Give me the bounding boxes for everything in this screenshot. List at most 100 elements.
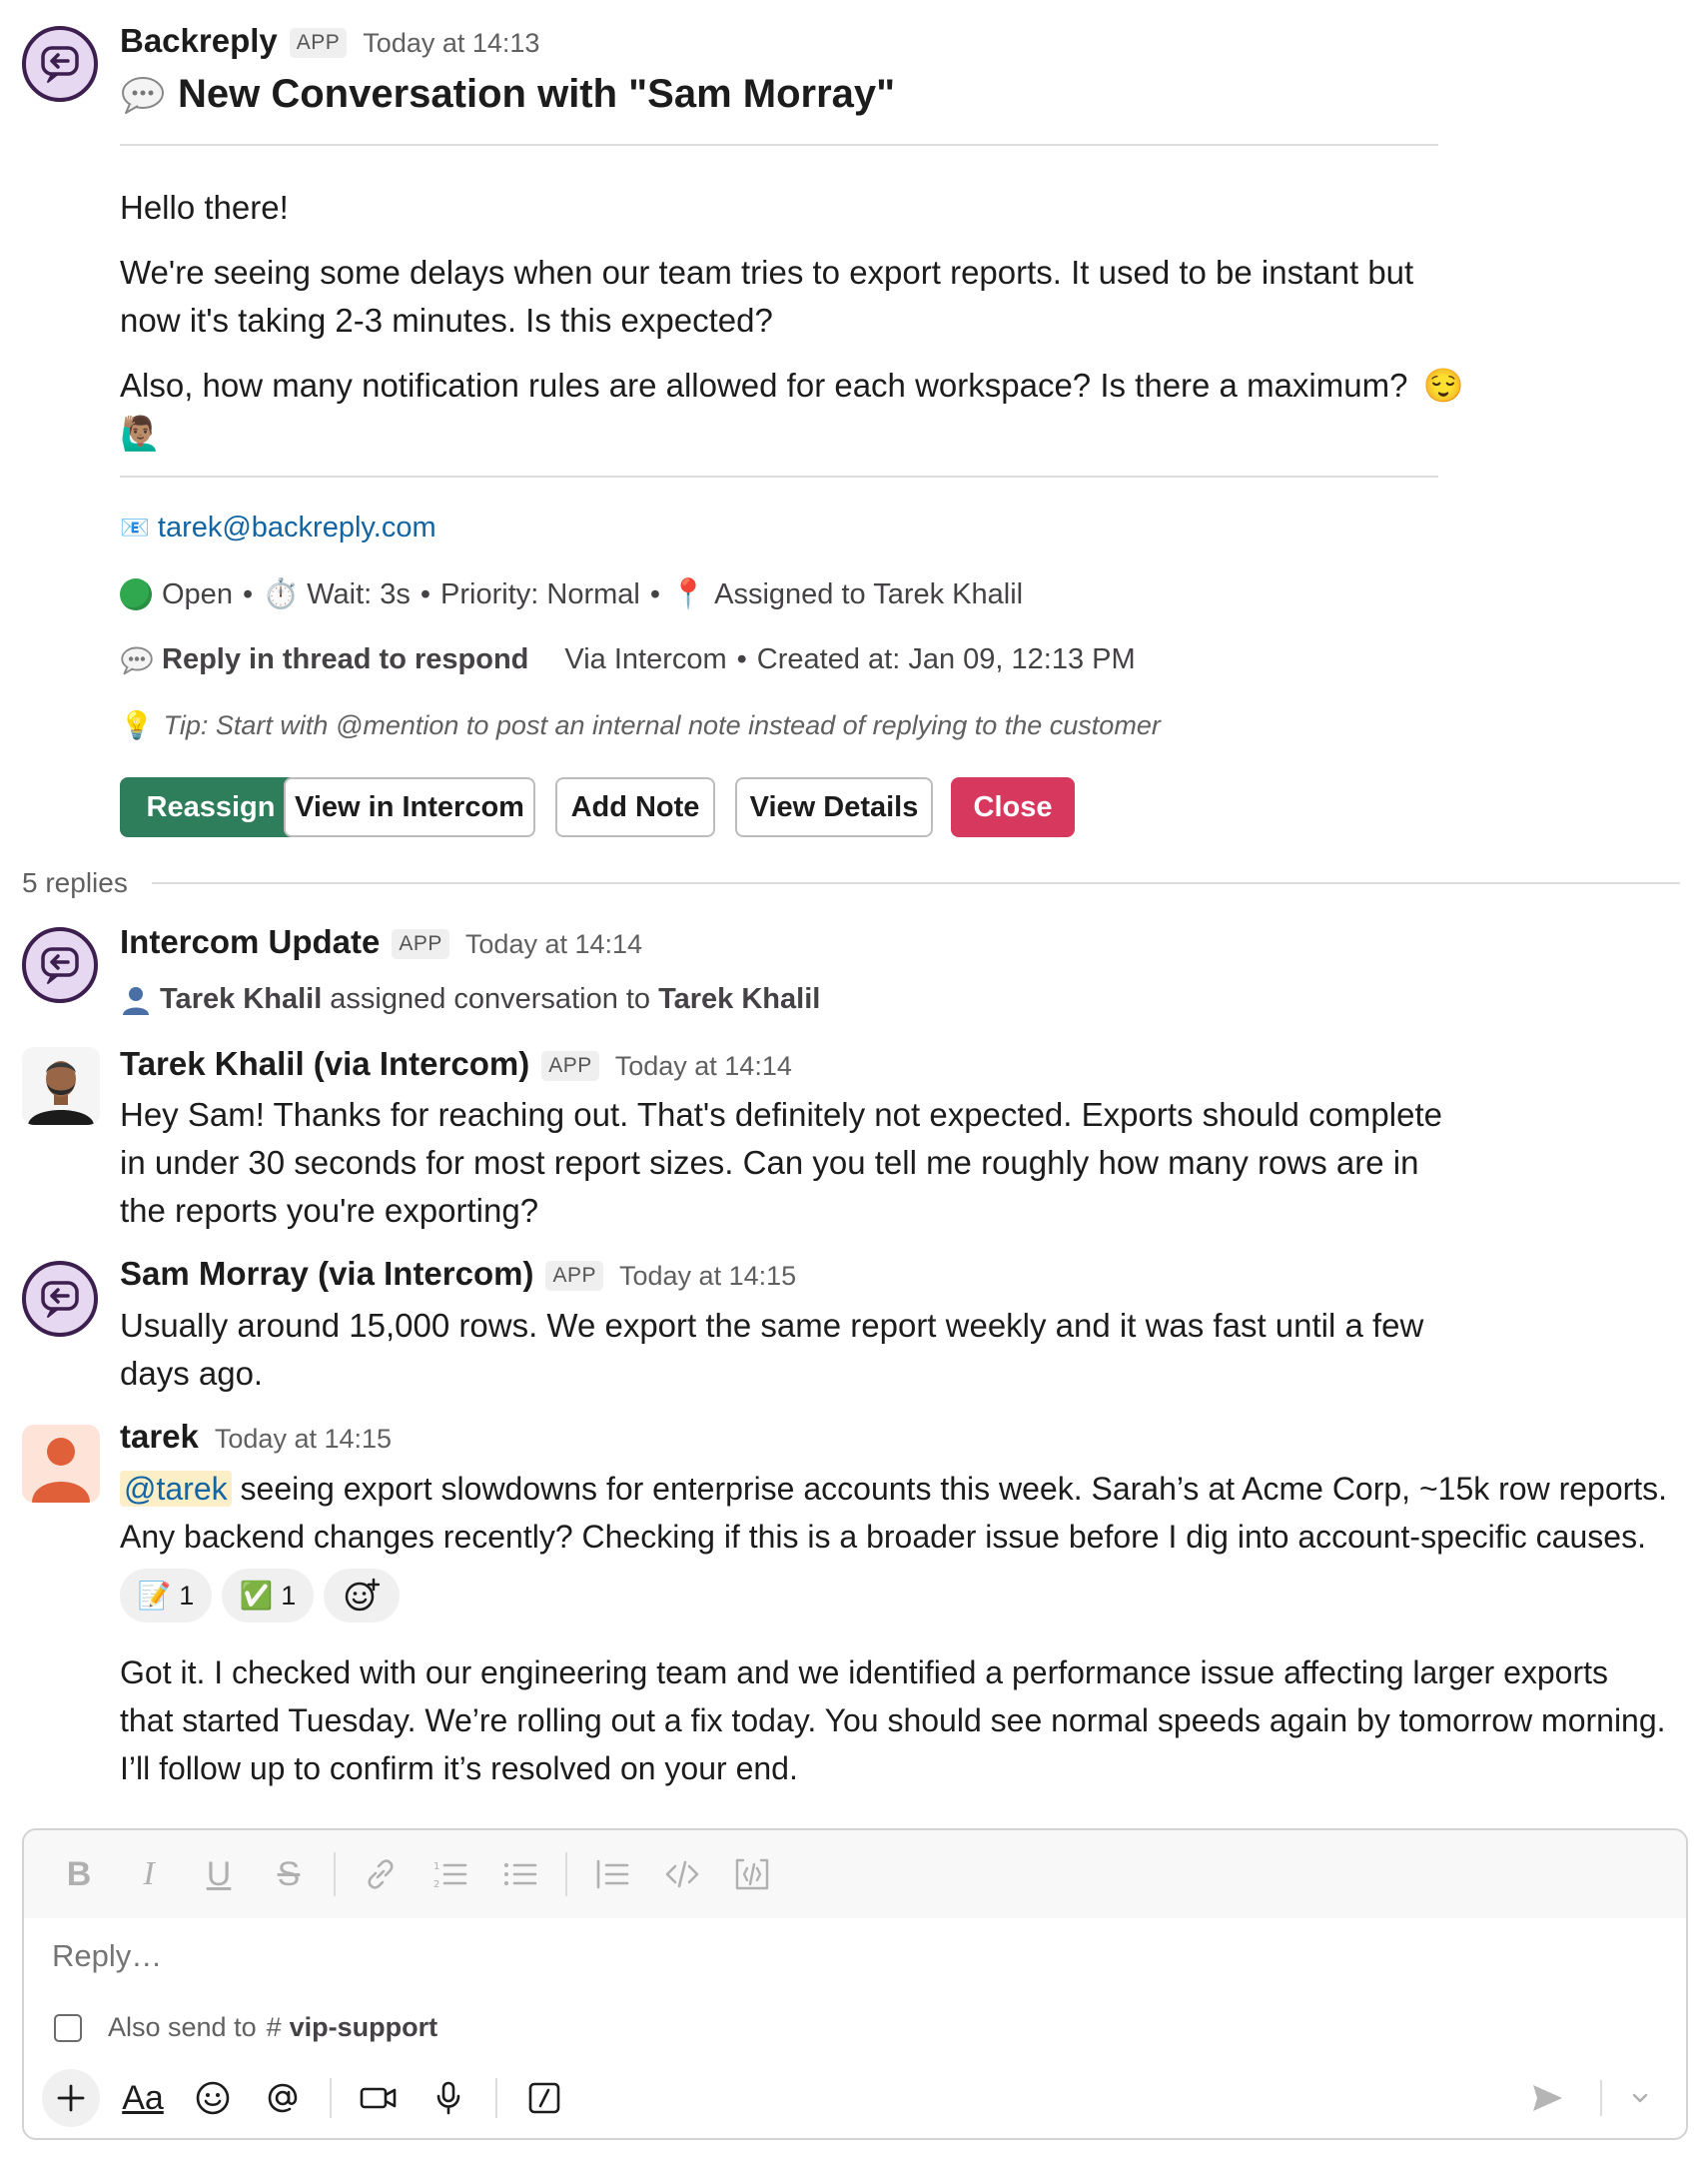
title-text: New Conversation with "Sam Morray" (178, 72, 896, 116)
stopwatch-icon: ⏱️ (263, 578, 300, 610)
sender-name[interactable]: Sam Morray (via Intercom) (120, 1255, 533, 1293)
sam-morray-avatar[interactable] (22, 1261, 98, 1337)
assignment-line: Tarek Khalil assigned conversation to Ta… (120, 983, 820, 1016)
body-line: Also, how many notification rules are al… (120, 362, 1464, 410)
message-line: Hey Sam! Thanks for reaching out. That's… (120, 1096, 1442, 1133)
add-emoji-icon (345, 1578, 380, 1612)
target-name: Tarek Khalil (658, 983, 821, 1015)
app-badge: APP (541, 1051, 599, 1081)
formatting-toolbar: B I U S 12 (24, 1830, 1686, 1918)
slash-command-icon[interactable] (509, 2070, 579, 2126)
timestamp[interactable]: Today at 14:15 (619, 1261, 796, 1292)
emoji-icon[interactable] (178, 2070, 248, 2126)
lightbulb-icon: 💡 (120, 710, 154, 740)
body-text: Also, how many notification rules are al… (120, 367, 1408, 404)
user-mention[interactable]: @tarek (120, 1471, 232, 1507)
reaction-memo[interactable]: 📝 1 (120, 1569, 212, 1622)
status-text: Open (162, 577, 233, 610)
strikethrough-icon[interactable]: S (254, 1855, 324, 1894)
message-line: days ago. (120, 1355, 264, 1392)
plus-icon[interactable] (42, 2069, 100, 2127)
replies-divider: 5 replies (22, 867, 1680, 899)
wait-text: Wait: 3s (307, 577, 411, 610)
sender-name[interactable]: Intercom Update (120, 923, 380, 961)
body-line: We're seeing some delays when our team t… (120, 254, 1414, 291)
timestamp[interactable]: Today at 14:13 (363, 28, 539, 59)
reply-arrow-icon (41, 1281, 79, 1318)
message-line: that started Tuesday. We’re rolling out … (120, 1702, 1666, 1738)
reaction-check[interactable]: ✅ 1 (222, 1569, 314, 1622)
add-note-button[interactable]: Add Note (555, 777, 715, 837)
root-message-header: Backreply APP Today at 14:13 (120, 22, 539, 61)
format-toggle-icon[interactable]: Aa (108, 2070, 178, 2126)
conversation-title: New Conversation with "Sam Morray" (120, 72, 895, 117)
backreply-avatar[interactable] (22, 26, 98, 102)
message-text: seeing export slowdowns for enterprise a… (231, 1471, 1668, 1507)
reply-composer: B I U S 12 Also send to # vip-support (22, 1828, 1688, 2140)
also-send-row: Also send to # vip-support (54, 2012, 437, 2043)
reply-hint-text: Reply in thread to respond (162, 643, 529, 675)
bulleted-list-icon[interactable] (485, 1856, 555, 1892)
timestamp[interactable]: Today at 14:14 (465, 929, 642, 960)
reply-hint-row: Reply in thread to respond Via Intercom … (120, 643, 1136, 676)
link-icon[interactable] (346, 1856, 416, 1892)
message-line: the reports you're exporting? (120, 1192, 539, 1229)
also-send-checkbox[interactable] (54, 2013, 82, 2042)
sender-name[interactable]: Tarek Khalil (via Intercom) (120, 1045, 529, 1083)
message-line: Any backend changes recently? Checking i… (120, 1519, 1646, 1555)
italic-icon[interactable]: I (114, 1855, 184, 1893)
numbered-list-icon[interactable]: 12 (416, 1856, 485, 1892)
reaction-count: 1 (179, 1580, 195, 1611)
close-button[interactable]: Close (951, 777, 1075, 837)
channel-name[interactable]: vip-support (290, 2012, 438, 2043)
underline-icon[interactable]: U (184, 1855, 254, 1894)
sender-name[interactable]: Backreply (120, 22, 278, 60)
view-details-button[interactable]: View Details (735, 777, 933, 837)
reaction-count: 1 (281, 1580, 297, 1611)
action-text: assigned conversation to (330, 983, 651, 1015)
chevron-down-icon[interactable] (1620, 2070, 1660, 2126)
created-text: Created at: Jan 09, 12:13 PM (756, 643, 1136, 675)
speech-bubble-icon (120, 75, 166, 115)
bold-icon[interactable]: B (44, 1855, 114, 1894)
priority-text: Priority: Normal (440, 577, 640, 610)
email-link[interactable]: tarek@backreply.com (158, 512, 436, 544)
add-reaction-button[interactable] (324, 1569, 400, 1622)
title-divider (120, 144, 1438, 146)
reply-header: Intercom Update APP Today at 14:14 (120, 923, 642, 962)
svg-text:2: 2 (433, 1879, 439, 1890)
assigned-text: Assigned to Tarek Khalil (714, 577, 1024, 610)
replies-count: 5 replies (22, 867, 128, 898)
reply-arrow-icon (41, 46, 79, 83)
tarek-avatar[interactable] (22, 1425, 100, 1503)
reply-arrow-icon (41, 947, 79, 984)
check-mark-icon: ✅ (239, 1581, 274, 1611)
email-row: 📧 tarek@backreply.com (120, 512, 436, 544)
intercom-update-avatar[interactable] (22, 927, 98, 1003)
timestamp[interactable]: Today at 14:14 (615, 1051, 792, 1082)
reply-input[interactable] (52, 1938, 1650, 1974)
code-block-icon[interactable] (717, 1856, 787, 1892)
relieved-face-emoji-icon: 😌 (1422, 367, 1464, 404)
code-icon[interactable] (647, 1856, 717, 1892)
person-silhouette-icon (120, 984, 152, 1016)
app-badge: APP (392, 929, 449, 959)
send-icon[interactable] (1512, 2070, 1582, 2126)
message-line: Usually around 15,000 rows. We export th… (120, 1307, 1424, 1344)
sender-name[interactable]: tarek (120, 1418, 199, 1456)
mention-icon[interactable] (248, 2070, 318, 2126)
raising-hand-emoji-icon: 🙋🏽‍♂️ (120, 415, 162, 452)
message-line: I’ll follow up to confirm it’s resolved … (120, 1750, 798, 1786)
body-divider (120, 476, 1438, 478)
view-in-intercom-button[interactable]: View in Intercom (284, 777, 535, 837)
svg-text:1: 1 (433, 1861, 439, 1872)
microphone-icon[interactable] (414, 2070, 483, 2126)
blockquote-icon[interactable] (577, 1856, 647, 1892)
reassign-button[interactable]: Reassign (120, 777, 302, 837)
speech-bubble-icon (120, 645, 154, 675)
video-icon[interactable] (344, 2070, 414, 2126)
greeting-text: Hello there! (120, 189, 289, 226)
timestamp[interactable]: Today at 14:15 (215, 1424, 392, 1455)
tip-row: 💡 Tip: Start with @mention to post an in… (120, 709, 1161, 741)
tarek-khalil-avatar[interactable] (22, 1047, 100, 1125)
